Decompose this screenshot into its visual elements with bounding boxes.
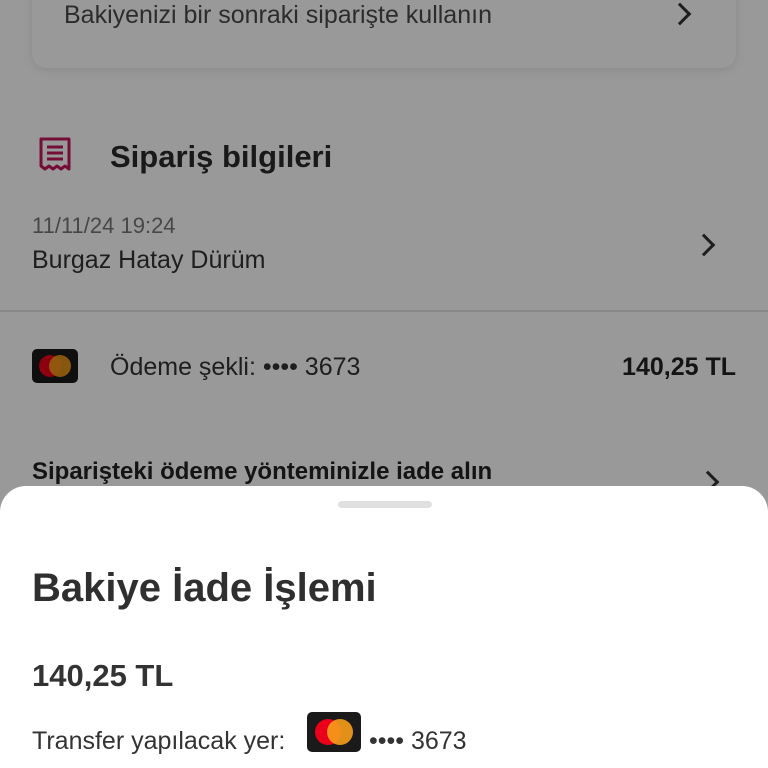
mastercard-icon [307,712,361,752]
sheet-title: Bakiye İade İşlemi [32,566,377,610]
refund-amount: 140,25 TL [32,658,174,693]
transfer-card-number: •••• 3673 [369,727,467,755]
refund-bottom-sheet: Bakiye İade İşlemi 140,25 TL Transfer ya… [0,486,768,768]
sheet-drag-handle[interactable] [338,501,432,508]
transfer-destination-label: Transfer yapılacak yer: [32,727,286,755]
order-detail-screen: Bakiyenizi bir sonraki siparişte kullanı… [0,0,768,768]
